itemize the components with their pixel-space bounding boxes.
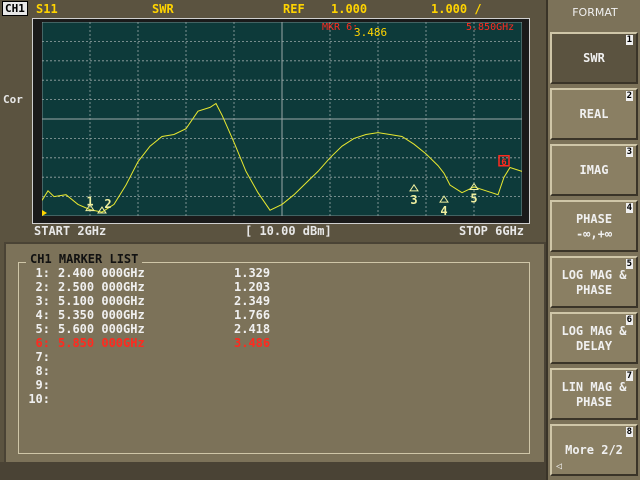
marker-frequency: 5.100 000GHz [58, 294, 145, 308]
channel-label[interactable]: CH1 [2, 1, 28, 16]
marker-index: 5: [35, 322, 50, 336]
softkey-log-mag[interactable]: 6 LOG MAG & DELAY [550, 312, 638, 364]
marker-triangle-icon [439, 195, 449, 203]
marker-frequency: 5.350 000GHz [58, 308, 145, 322]
marker-index: 3: [35, 294, 50, 308]
marker-label: 2 [104, 197, 111, 211]
softkey-number: 1 [625, 35, 633, 45]
format-softkey-menu: FORMAT 1 SWR 2 REAL 3 IMAG 4 PHASE -∞,+∞ 5 LOG MAG… [546, 0, 640, 480]
softkey-label: More 2/2 [565, 443, 623, 457]
marker-list-row: 9: [20, 378, 50, 392]
marker-index: 6: [35, 336, 50, 350]
marker-frequency: 2.500 000GHz [58, 280, 145, 294]
marker-value: 2.349 [234, 294, 271, 308]
softkey-label-2: DELAY [575, 339, 613, 353]
marker-list-row: 1: 2.400 000GHz 1.329 [20, 266, 271, 280]
marker-value: 2.418 [234, 322, 271, 336]
softkey-label: LIN MAG & [561, 380, 627, 394]
marker-list-row: 3: 5.100 000GHz 2.349 [20, 294, 271, 308]
softkey-number: 3 [625, 147, 633, 157]
marker-list-row: 6: 5.850 000GHz 3.486 [20, 336, 271, 350]
ref-label: REF [283, 2, 305, 16]
marker-list-row: 5: 5.600 000GHz 2.418 [20, 322, 271, 336]
back-arrow-icon: ◁ [556, 461, 563, 472]
marker-frequency: 5.850 000GHz [58, 336, 145, 350]
marker-index: 7: [35, 350, 50, 364]
softkey-imag[interactable]: 3 IMAG [550, 144, 638, 196]
plot-svg: 1 2 3 4 5 6 MKR 6: 5.850GHz 3.486 [42, 22, 522, 216]
power-level: [ 10.00 dBm] [245, 224, 332, 238]
marker-label: 1 [86, 195, 93, 209]
softkey-label: PHASE [575, 212, 613, 226]
marker-label: 3 [410, 193, 417, 207]
softkey-label: LOG MAG & [561, 268, 627, 282]
softkey-label-2: -∞,+∞ [575, 227, 613, 241]
softkey-label-2: PHASE [575, 283, 613, 297]
status-strip [0, 462, 546, 480]
softkey-number: 8 [625, 427, 633, 437]
marker-index: 9: [35, 378, 50, 392]
softkey-swr[interactable]: 1 SWR [550, 32, 638, 84]
marker-value: 1.329 [234, 266, 271, 280]
softkey-real[interactable]: 2 REAL [550, 88, 638, 140]
softkey-number: 2 [625, 91, 633, 101]
marker-label-6: 6 [501, 158, 506, 168]
parameter-label: S11 [36, 2, 58, 16]
softkey-label: REAL [579, 107, 609, 121]
marker-readout-label: MKR 6: [322, 22, 358, 33]
softkey-label: LOG MAG & [561, 324, 627, 338]
channel-header: CH1 S11 SWR REF 1.000 1.000 / [0, 0, 546, 18]
menu-title: FORMAT [572, 6, 618, 19]
marker-list-row: 7: [20, 350, 50, 364]
reference-position-icon [42, 210, 47, 216]
marker-label: 4 [440, 204, 447, 216]
softkey-lin-mag[interactable]: 7 LIN MAG & PHASE [550, 368, 638, 420]
marker-label: 5 [470, 191, 477, 205]
marker-index: 10: [28, 392, 50, 406]
marker-triangle-icon [409, 183, 419, 192]
marker-list-row: 4: 5.350 000GHz 1.766 [20, 308, 271, 322]
marker-list-row: 2: 2.500 000GHz 1.203 [20, 280, 271, 294]
softkey-label: IMAG [579, 163, 609, 177]
stop-frequency: STOP 6GHz [459, 224, 525, 238]
marker-value: 1.203 [234, 280, 271, 294]
scale-value: 1.000 / [431, 2, 482, 16]
marker-index: 8: [35, 364, 50, 378]
softkey-more-2-2[interactable]: 8 More 2/2 ◁ [550, 424, 638, 476]
marker-list-row: 8: [20, 364, 50, 378]
softkey-label-2: PHASE [575, 395, 613, 409]
format-label: SWR [152, 2, 174, 16]
start-frequency: START 2GHz [34, 224, 107, 238]
ref-value: 1.000 [331, 2, 368, 16]
marker-value: 1.766 [234, 308, 271, 322]
marker-frequency: 2.400 000GHz [58, 266, 145, 280]
marker-list-row: 10: [20, 392, 50, 406]
softkey-label: SWR [583, 51, 605, 65]
instrument-panel: CH1 S11 SWR REF 1.000 1.000 / Cor 12 3 4 5 6… [0, 0, 546, 480]
marker-readout-frequency: 5.850GHz [466, 22, 514, 33]
marker-index: 1: [35, 266, 50, 280]
correction-indicator: Cor [3, 93, 23, 106]
marker-index: 4: [35, 308, 50, 322]
marker-value: 3.486 [234, 336, 271, 350]
marker-list-panel: CH1 MARKER LIST 1: 2.400 000GHz 1.329 2: 2.5… [4, 242, 546, 464]
swr-trace-plot: 1 2 3 4 5 6 MKR 6: 5.850GHz 3.486 [42, 22, 522, 216]
marker-readout-value: 3.486 [354, 26, 387, 39]
sweep-footer: START 2GHz [ 10.00 dBm] STOP 6GHz [0, 224, 546, 238]
softkey-phase[interactable]: 4 PHASE -∞,+∞ [550, 200, 638, 252]
softkey-log-mag[interactable]: 5 LOG MAG & PHASE [550, 256, 638, 308]
marker-frequency: 5.600 000GHz [58, 322, 145, 336]
marker-list-title: CH1 MARKER LIST [26, 252, 143, 266]
marker-index: 2: [35, 280, 50, 294]
